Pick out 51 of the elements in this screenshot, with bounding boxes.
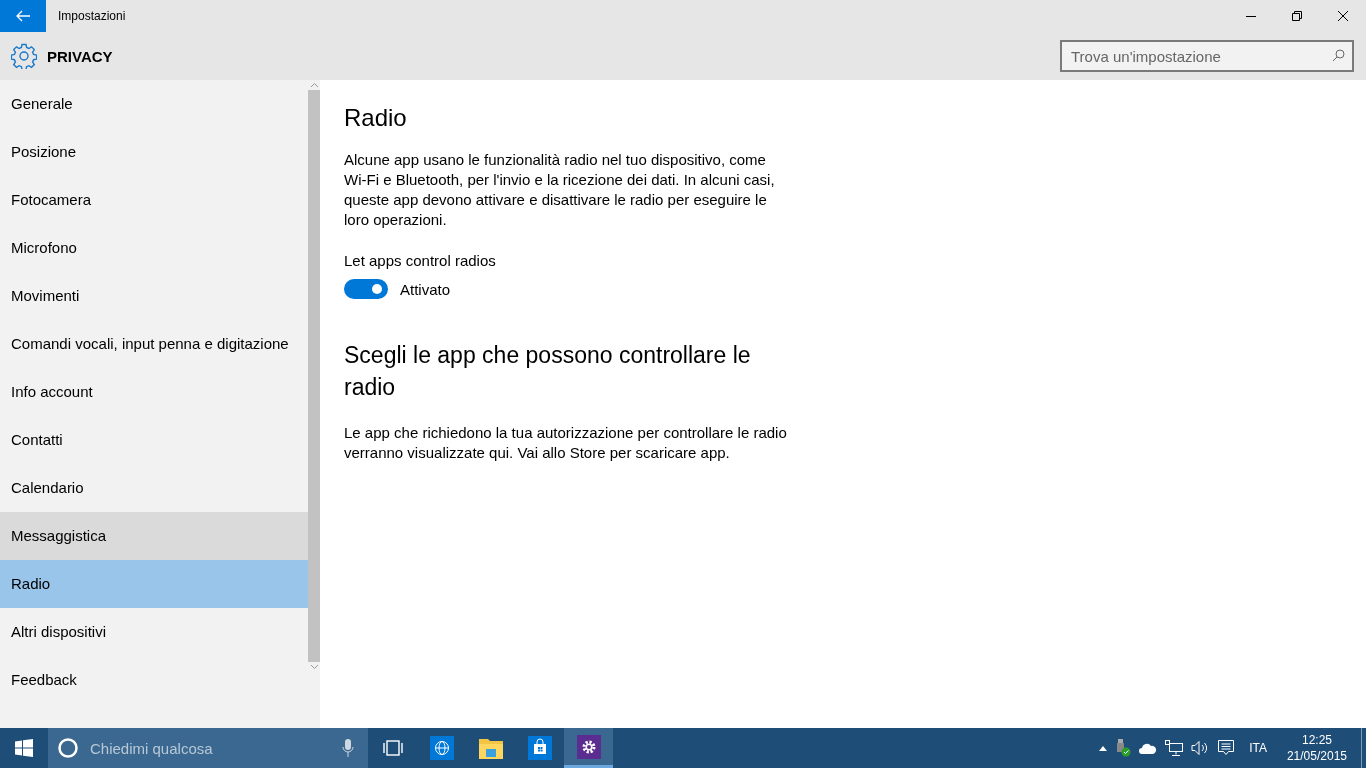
toggle-state: Attivato <box>400 280 451 298</box>
restore-icon <box>1292 11 1302 21</box>
close-icon <box>1338 11 1348 21</box>
gear-icon <box>576 734 601 759</box>
search-icon <box>1332 49 1345 62</box>
microphone-icon <box>342 738 354 758</box>
section-heading: Radio <box>344 104 408 132</box>
shopping-bag-icon <box>527 736 552 760</box>
sidebar-item[interactable]: Posizione <box>0 128 308 176</box>
search-field[interactable]: Trova un'impostazione <box>1060 40 1354 72</box>
sidebar-item[interactable]: Info account <box>0 368 308 416</box>
sidebar-item[interactable]: Radio <box>0 560 308 608</box>
scroll-up-icon <box>310 80 318 90</box>
clock-date[interactable]: 21/05/2015 <box>1286 748 1347 764</box>
gear-icon <box>11 43 37 69</box>
sidebar-item[interactable]: Comandi vocali, input penna e digitazione <box>0 320 308 368</box>
circle-icon <box>58 738 78 758</box>
caret-up-icon[interactable] <box>1099 745 1108 751</box>
language-indicator[interactable]: ITA <box>1249 741 1267 755</box>
taskbar-button[interactable] <box>564 728 613 768</box>
folder-icon <box>478 737 503 759</box>
clock-time[interactable]: 12:25 <box>1301 732 1332 748</box>
taskbar-search-field[interactable]: Chiedimi qualcosa <box>88 738 332 758</box>
sidebar-item[interactable]: Altri dispositivi <box>0 608 308 656</box>
cloud-icon[interactable] <box>1139 742 1158 754</box>
back-arrow-icon <box>16 10 30 22</box>
notification-icon[interactable] <box>1217 739 1236 757</box>
description-text: Alcune app usano le funzionalità radio nel tuo dispositivo, come Wi-Fi e Bluetooth, per l'invio e la ricezione dei dati. In alcuni casi, queste app devono attivare e disattivare le radio per eseguire le loro operazioni. <box>344 150 776 230</box>
speaker-icon[interactable] <box>1191 740 1210 756</box>
sidebar-item[interactable]: Calendario <box>0 464 308 512</box>
scroll-down-icon <box>310 662 318 672</box>
toggle-switch[interactable] <box>344 279 388 299</box>
network-icon[interactable] <box>1165 740 1184 756</box>
sidebar-item[interactable]: Fotocamera <box>0 176 308 224</box>
sidebar-item[interactable]: Contatti <box>0 416 308 464</box>
globe-icon <box>429 736 454 760</box>
sidebar-item[interactable]: Movimenti <box>0 272 308 320</box>
sidebar-item[interactable]: Feedback <box>0 656 308 704</box>
windows-logo-icon <box>15 739 33 757</box>
toggle-label: Let apps control radios <box>344 252 497 269</box>
taskbar-search-box[interactable]: Chiedimi qualcosa <box>48 728 368 768</box>
sidebar-item[interactable]: Generale <box>0 80 308 128</box>
back-button[interactable] <box>0 0 46 32</box>
window-title: Impostazioni <box>58 9 126 23</box>
sidebar-item[interactable]: Messaggistica <box>0 512 308 560</box>
info-text: Le app che richiedono la tua autorizzazione per controllare le radio verranno visualizzate qui. Vai allo Store per scaricare app. <box>344 423 788 463</box>
usb-check-icon[interactable] <box>1115 739 1132 757</box>
task-view-icon <box>381 740 404 756</box>
sidebar-item[interactable]: Microfono <box>0 224 308 272</box>
page-title: PRIVACY <box>47 47 113 65</box>
section-heading: Scegli le app che possono controllare le radio <box>344 341 752 402</box>
